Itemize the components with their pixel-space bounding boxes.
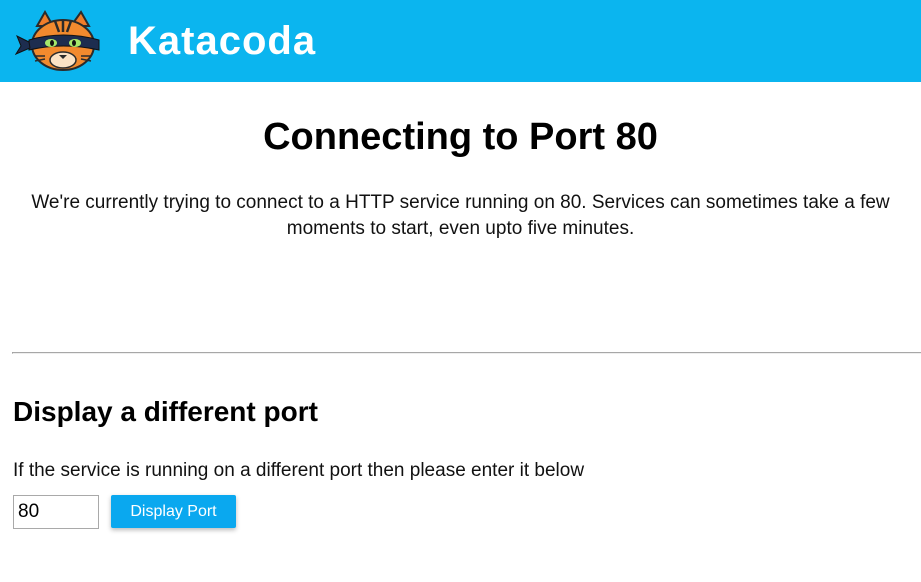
page: Katacoda Connecting to Port 80 We're cur… (0, 0, 921, 582)
brand-name: Katacoda (128, 19, 317, 63)
connection-description: We're currently trying to connect to a H… (31, 192, 890, 239)
header-bar: Katacoda (0, 0, 921, 82)
section-divider (12, 352, 921, 354)
different-port-heading: Display a different port (13, 396, 318, 427)
page-title: Connecting to Port 80 (263, 116, 658, 158)
ninja-cat-mascot-icon (15, 10, 100, 71)
different-port-description: If the service is running on a different… (13, 460, 585, 481)
port-input[interactable] (13, 495, 99, 529)
display-port-button[interactable]: Display Port (111, 495, 236, 528)
